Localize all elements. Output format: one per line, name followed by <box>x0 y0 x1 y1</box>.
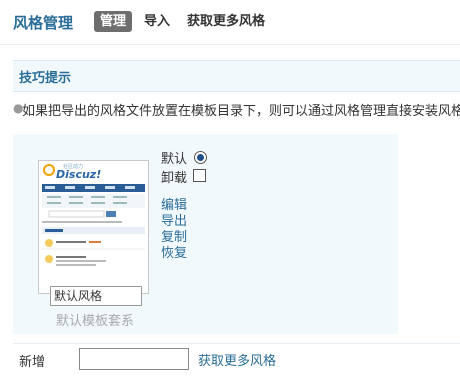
discuz-forum-preview-icon: 社区动力 Discuz! <box>39 161 148 293</box>
thumb-brand: Discuz! <box>56 168 101 181</box>
divider <box>13 343 460 344</box>
tips-title: 技巧提示 <box>19 71 72 86</box>
new-label: 新增 <box>19 355 46 370</box>
style-name-field[interactable]: 默认风格 <box>50 286 142 306</box>
tab-get-more-styles[interactable]: 获取更多风格 <box>187 11 265 32</box>
header: 风格管理 管理 导入 获取更多风格 <box>0 0 460 45</box>
default-radio[interactable] <box>194 151 207 164</box>
style-item: 社区动力 Discuz! 默认风格 默认模板套系 默认 卸载 编辑 导出 复制 … <box>13 134 398 334</box>
tips-bar: 技巧提示 <box>13 60 460 92</box>
uninstall-checkbox[interactable] <box>193 169 206 182</box>
style-subtitle: 默认模板套系 <box>56 314 135 329</box>
style-thumbnail[interactable]: 社区动力 Discuz! <box>38 160 149 294</box>
get-more-styles-link[interactable]: 获取更多风格 <box>198 350 276 369</box>
default-label: 默认 <box>161 152 188 167</box>
new-style-input[interactable] <box>79 348 189 370</box>
tip-text: 如果把导出的风格文件放置在模板目录下，则可以通过风格管理直接安装风格 <box>22 104 460 119</box>
restore-link[interactable]: 恢复 <box>161 242 187 261</box>
tab-manage[interactable]: 管理 <box>94 11 133 32</box>
page-title: 风格管理 <box>13 14 74 32</box>
tab-import[interactable]: 导入 <box>144 11 170 32</box>
radio-selected-dot <box>197 154 204 161</box>
uninstall-label: 卸载 <box>161 171 188 186</box>
